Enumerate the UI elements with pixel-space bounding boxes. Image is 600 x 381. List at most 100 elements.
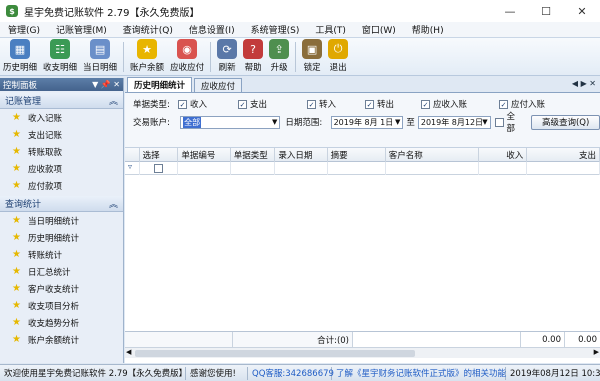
menu-bookkeeping[interactable]: 记账管理(M) <box>48 23 115 36</box>
toolbar-button-8[interactable]: ⇪ 升级 <box>266 38 292 76</box>
column-header[interactable]: 客户名称 <box>386 148 479 162</box>
toolbar-button-6[interactable]: ⟳ 刷新 <box>214 38 240 76</box>
type-filter-1[interactable]: ✓ 收入 <box>178 97 207 111</box>
column-header[interactable]: 单据类型 <box>231 148 276 162</box>
select-all-checkbox[interactable] <box>154 164 164 173</box>
panel-item[interactable]: ★ 账户余额统计 <box>0 331 123 348</box>
filter-cell[interactable] <box>231 162 276 175</box>
filter-cell[interactable] <box>386 162 479 175</box>
menu-window[interactable]: 窗口(W) <box>354 23 404 36</box>
group-header-bookkeeping[interactable]: 记账管理 ︽ <box>0 93 123 109</box>
menu-query[interactable]: 查询统计(Q) <box>115 23 181 36</box>
maximize-button[interactable]: ☐ <box>528 0 564 22</box>
panel-item[interactable]: ★ 客户收支统计 <box>0 280 123 297</box>
panel-item-label: 收支项目分析 <box>28 301 80 312</box>
filter-cell[interactable] <box>328 162 386 175</box>
toolbar-button-1[interactable]: ▦ 历史明细 <box>0 38 40 76</box>
toolbar-button-3[interactable]: ▤ 当日明细 <box>80 38 120 76</box>
filter-cell[interactable] <box>479 162 528 175</box>
type-checkbox[interactable]: ✓ <box>365 99 374 109</box>
menu-manage[interactable]: 管理(G) <box>0 23 48 36</box>
panel-item[interactable]: ★ 日汇总统计 <box>0 263 123 280</box>
scroll-left-icon[interactable]: ◀ <box>126 348 131 356</box>
star-icon: ★ <box>12 180 21 191</box>
chevron-down-icon[interactable]: ▼ <box>272 118 277 126</box>
type-checkbox-label: 转出 <box>377 100 395 110</box>
toolbar-separator <box>123 42 125 72</box>
panel-item[interactable]: ★ 收入记账 <box>0 109 123 126</box>
menu-help[interactable]: 帮助(H) <box>404 23 452 36</box>
panel-item[interactable]: ★ 支出记账 <box>0 126 123 143</box>
panel-item[interactable]: ★ 当日明细统计 <box>0 212 123 229</box>
star-icon: ★ <box>12 266 21 277</box>
type-checkbox[interactable]: ✓ <box>307 99 316 109</box>
toolbar-button-10[interactable]: ⏻ 退出 <box>325 38 351 76</box>
type-checkbox[interactable]: ✓ <box>178 99 187 109</box>
type-checkbox-label: 应付入账 <box>511 100 546 110</box>
toolbar-button-4[interactable]: ★ 账户余额 <box>127 38 167 76</box>
all-dates-checkbox[interactable] <box>494 117 504 127</box>
column-header[interactable]: 单据编号 <box>178 148 231 162</box>
account-label: 交易账户: <box>133 118 170 128</box>
type-checkbox[interactable]: ✓ <box>421 99 430 109</box>
column-header[interactable]: 支出 <box>527 148 600 162</box>
type-filter-3[interactable]: ✓ 转入 <box>307 97 336 111</box>
toolbar-button-7[interactable]: ? 帮助 <box>240 38 266 76</box>
filter-cell[interactable] <box>527 162 600 175</box>
status-qq[interactable]: QQ客服:342686679 <box>248 366 334 380</box>
horizontal-scrollbar[interactable]: ◀ ▶ <box>125 347 600 358</box>
date-from-picker[interactable]: 2019年 8月 1日 ▼ <box>330 115 404 129</box>
type-filter-4[interactable]: ✓ 转出 <box>365 97 394 111</box>
toolbar-button-5[interactable]: ◉ 应收应付 <box>167 38 207 76</box>
column-header[interactable]: 收入 <box>479 148 528 162</box>
menu-tools[interactable]: 工具(T) <box>307 23 354 36</box>
filter-panel: 单据类型: ✓ 收入 ✓ 支出 ✓ 转入 ✓ 转出 ✓ 应收入账 ✓ 应付入账 交易账户: 全部 ▼ … <box>125 93 600 148</box>
scroll-thumb[interactable] <box>135 350 415 357</box>
date-to-picker[interactable]: 2019年 8月12日 ▼ <box>417 115 491 129</box>
type-checkbox[interactable]: ✓ <box>238 99 247 109</box>
menu-info-settings[interactable]: 信息设置(I) <box>181 23 243 36</box>
filter-icon[interactable]: ▿ <box>125 162 140 175</box>
toolbar-button-2[interactable]: ☷ 收支明细 <box>40 38 80 76</box>
panel-item[interactable]: ★ 应付款项 <box>0 177 123 194</box>
tab-controls[interactable]: ◀ ▶ ✕ <box>572 79 596 88</box>
row-indicator-header <box>125 148 140 162</box>
panel-item[interactable]: ★ 收支项目分析 <box>0 297 123 314</box>
panel-item[interactable]: ★ 历史明细统计 <box>0 229 123 246</box>
filter-cell[interactable] <box>275 162 328 175</box>
type-filter-5[interactable]: ✓ 应收入账 <box>421 97 467 111</box>
type-filter-2[interactable]: ✓ 支出 <box>238 97 267 111</box>
toolbar-button-9[interactable]: ▣ 锁定 <box>299 38 325 76</box>
close-button[interactable]: ✕ <box>564 0 600 22</box>
filter-cell[interactable] <box>178 162 231 175</box>
tab-receivable-payable[interactable]: 应收应付 <box>194 78 243 92</box>
star-icon: ★ <box>12 163 21 174</box>
collapse-icon[interactable]: ︽ <box>109 94 118 107</box>
minimize-button[interactable]: — <box>492 0 528 22</box>
type-filter-6[interactable]: ✓ 应付入账 <box>499 97 545 111</box>
column-header[interactable]: 录入日期 <box>275 148 328 162</box>
type-checkbox[interactable]: ✓ <box>499 99 508 109</box>
panel-item[interactable]: ★ 转账取款 <box>0 143 123 160</box>
column-header[interactable]: 摘要 <box>328 148 386 162</box>
tab-history-stats[interactable]: 历史明细统计 <box>127 77 193 92</box>
collapse-icon[interactable]: ︽ <box>109 197 118 210</box>
scroll-right-icon[interactable]: ▶ <box>594 348 599 356</box>
footer-income: 0.00 <box>521 332 565 348</box>
chevron-down-icon[interactable]: ▼ <box>482 118 487 126</box>
panel-pin-controls[interactable]: ▼ 📌 ✕ <box>92 80 123 89</box>
status-upgrade-link[interactable]: 了解《星宇财务记账软件正式版》的相关功能 <box>332 366 506 380</box>
account-select[interactable]: 全部 ▼ <box>180 115 281 129</box>
group-header-query[interactable]: 查询统计 ︽ <box>0 196 123 212</box>
account-value: 全部 <box>183 116 202 128</box>
column-header[interactable]: 选择 <box>140 148 179 162</box>
filter-cell[interactable] <box>140 162 179 175</box>
panel-item[interactable]: ★ 收支趋势分析 <box>0 314 123 331</box>
panel-item[interactable]: ★ 转账统计 <box>0 246 123 263</box>
date-separator: 至 <box>406 118 415 128</box>
advanced-query-button[interactable]: 高级查询(Q) <box>531 114 600 130</box>
grid-filter-row: ▿ <box>125 162 600 175</box>
chevron-down-icon[interactable]: ▼ <box>395 118 400 126</box>
panel-item[interactable]: ★ 应收款项 <box>0 160 123 177</box>
menu-system[interactable]: 系统管理(S) <box>243 23 308 36</box>
